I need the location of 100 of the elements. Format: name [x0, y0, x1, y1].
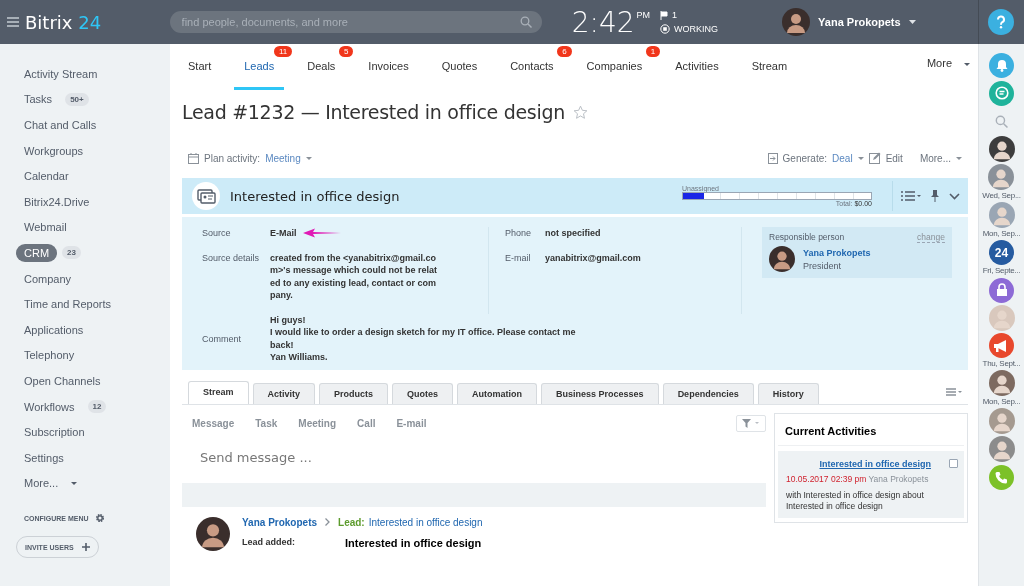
star-icon[interactable] — [572, 104, 588, 120]
sidebar-item[interactable]: Settings — [16, 448, 72, 467]
caret-icon[interactable] — [305, 156, 312, 160]
chat-button[interactable] — [989, 80, 1014, 106]
lock-button[interactable] — [989, 277, 1014, 303]
nav-tab[interactable]: Start — [178, 60, 222, 90]
avatar-icon[interactable] — [769, 246, 795, 272]
date-label: Thu, Sept... — [982, 359, 1021, 368]
caret-icon[interactable] — [908, 20, 916, 24]
sidebar-item[interactable]: Activity Stream — [16, 64, 106, 83]
tab[interactable]: Quotes — [392, 382, 454, 404]
flag-icon — [660, 10, 669, 20]
stop-icon[interactable] — [660, 24, 671, 34]
field-value: not specified — [545, 227, 601, 240]
tab[interactable]: Automation — [457, 382, 538, 404]
sidebar-item[interactable]: Workflows — [16, 397, 83, 416]
menu-icon[interactable] — [7, 17, 19, 27]
sidebar-item[interactable]: Time and Reports — [16, 295, 120, 314]
tab[interactable]: Products — [319, 382, 389, 404]
responsible-name[interactable]: Yana Prokopets — [803, 247, 871, 258]
sidebar-item[interactable]: Subscription — [16, 423, 93, 442]
search-icon[interactable] — [995, 114, 1008, 128]
avatar-icon[interactable] — [782, 8, 811, 36]
chevron-down-icon[interactable] — [949, 192, 960, 200]
entity-link[interactable]: Interested in office design — [368, 516, 483, 528]
nav-tab[interactable]: Activities — [665, 60, 729, 90]
post-author[interactable]: Yana Prokopets — [242, 516, 318, 528]
phone-button[interactable] — [989, 464, 1014, 490]
tab[interactable]: Activity — [252, 382, 316, 404]
sidebar-item[interactable]: More... — [16, 474, 67, 493]
sidebar-item[interactable]: Company — [16, 269, 80, 288]
sidebar-item[interactable]: Telephony — [16, 346, 83, 365]
lock-icon — [995, 283, 1008, 297]
calendar-button[interactable]: 24 — [989, 240, 1014, 265]
generate-link[interactable]: Deal — [832, 152, 853, 164]
count-badge: 50+ — [65, 92, 89, 106]
menu-icon[interactable] — [946, 387, 962, 396]
filter-button[interactable] — [736, 415, 766, 432]
sidebar-item[interactable]: Tasks — [16, 90, 61, 109]
message-field[interactable]: Send message ... — [198, 449, 502, 466]
avatar-icon[interactable] — [988, 136, 1015, 162]
lead-icon — [192, 182, 220, 210]
sidebar-item[interactable]: CRM — [16, 243, 58, 262]
stream-action[interactable]: E-mail — [396, 418, 427, 429]
activity-link[interactable]: Interested in office design — [819, 458, 931, 469]
date-label: Mon, Sep... — [982, 229, 1021, 238]
checkbox[interactable] — [949, 459, 958, 468]
sidebar-item[interactable]: Workgroups — [16, 141, 92, 160]
sidebar-item[interactable]: Open Channels — [16, 371, 109, 390]
edit-link[interactable]: Edit — [885, 152, 903, 164]
sidebar-item[interactable]: Applications — [16, 320, 92, 339]
sidebar-item[interactable]: Webmail — [16, 218, 75, 237]
count-badge: 12 — [87, 400, 107, 413]
count-badge: 6 — [557, 46, 572, 57]
help-button[interactable] — [988, 9, 1015, 35]
edit-icon[interactable] — [868, 152, 881, 164]
generate-icon[interactable] — [767, 152, 778, 164]
stream-action[interactable]: Task — [255, 418, 278, 429]
stream-action[interactable]: Meeting — [298, 418, 337, 429]
megaphone-button[interactable] — [989, 333, 1014, 358]
nav-tab[interactable]: Stream — [741, 60, 798, 90]
pin-icon[interactable] — [931, 190, 939, 202]
user-name[interactable]: Yana Prokopets — [818, 16, 901, 28]
caret-icon[interactable] — [964, 63, 970, 66]
stage-progress-bar[interactable] — [682, 192, 872, 200]
tab[interactable]: Business Processes — [541, 382, 659, 404]
tab[interactable]: Stream — [188, 380, 249, 404]
comment-line: Yan Williams. — [270, 351, 329, 364]
activity-date: 10.05.2017 02:39 pm — [786, 473, 867, 484]
stream-action[interactable]: Message — [192, 418, 235, 429]
flag-count: 1 — [672, 10, 678, 20]
activity-description: with Interested in office design about Interested in office design — [786, 489, 925, 512]
caret-icon[interactable] — [71, 481, 78, 485]
work-status[interactable]: WORKING — [674, 24, 719, 34]
field-label: Phone — [505, 227, 533, 240]
nav-tab[interactable]: Invoices — [358, 60, 419, 90]
sidebar-item[interactable]: Chat and Calls — [16, 116, 105, 134]
calendar-icon[interactable] — [188, 152, 199, 164]
more-tab[interactable]: More — [916, 57, 962, 72]
caret-icon[interactable] — [956, 156, 962, 160]
avatar-icon[interactable] — [196, 516, 230, 551]
plan-activity-link[interactable]: Meeting — [265, 152, 301, 164]
caret-icon[interactable] — [857, 156, 864, 160]
funnel-icon — [742, 419, 760, 428]
stream-action[interactable]: Call — [357, 418, 376, 429]
search-icon[interactable] — [519, 16, 532, 28]
sidebar-item[interactable]: Bitrix24.Drive — [16, 192, 98, 211]
search-field[interactable]: find people, documents, and more — [169, 11, 542, 33]
nav-tab[interactable]: Quotes — [431, 60, 488, 90]
clock-time: 2:42 — [571, 5, 635, 39]
list-icon[interactable] — [901, 191, 921, 201]
more-link[interactable]: More... — [919, 152, 951, 164]
date-label: Mon, Sep... — [982, 397, 1021, 406]
logo[interactable]: Bitrix 24 — [25, 11, 102, 33]
field-label: Comment — [202, 333, 242, 344]
tab[interactable]: History — [757, 382, 819, 404]
tab[interactable]: Dependencies — [662, 382, 754, 404]
sidebar-item[interactable]: Calendar — [16, 167, 77, 186]
gear-icon[interactable] — [94, 513, 105, 524]
bell-button[interactable] — [989, 52, 1014, 78]
